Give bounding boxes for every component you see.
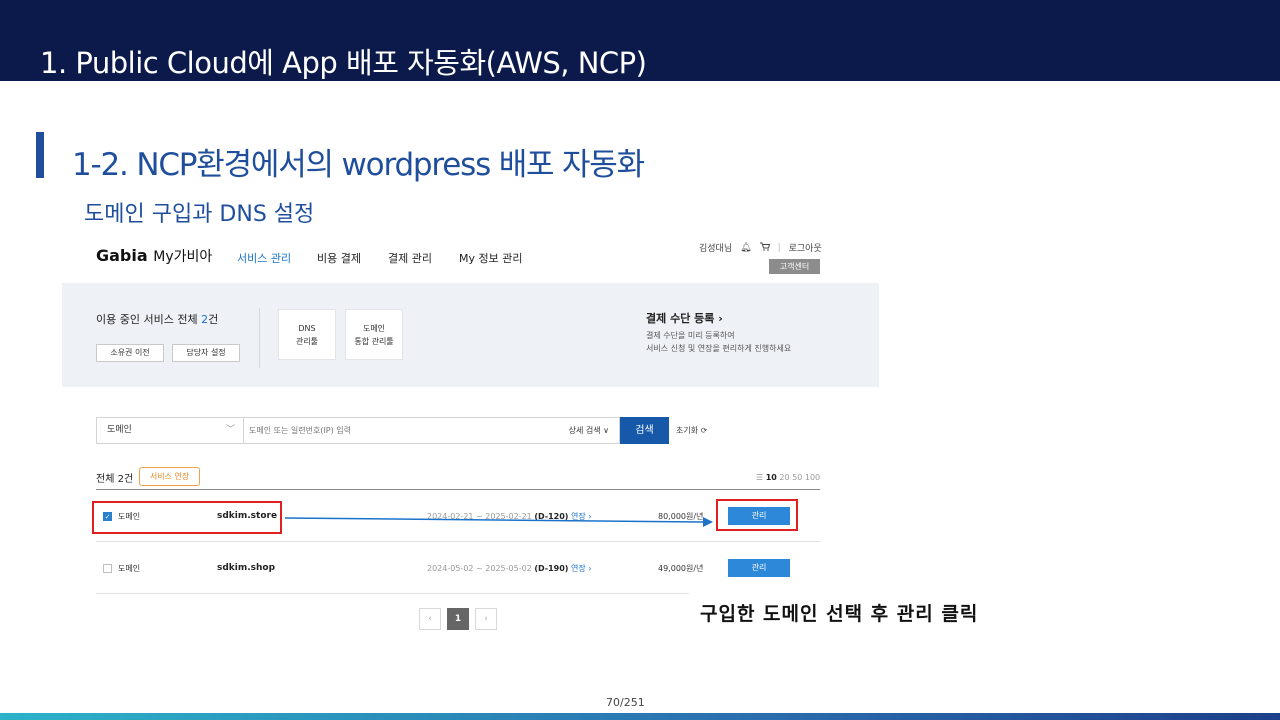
footer-gradient-bar: [0, 713, 1280, 720]
user-menu: 김성대님 🔔︎ | 로그아웃: [699, 241, 822, 254]
section-accent-bar: [36, 132, 44, 178]
ownership-transfer-button[interactable]: 소유권 이전: [96, 344, 164, 362]
gabia-logo-text: Gabia: [96, 246, 148, 265]
page-size-100[interactable]: 100: [805, 473, 820, 482]
row-divider: [96, 593, 689, 594]
payment-description: 결제 수단을 미리 등록하여서비스 신청 및 연장을 편리하게 진행하세요: [646, 329, 791, 355]
row-divider: [96, 541, 820, 542]
summary-divider: [259, 308, 260, 368]
advanced-search-toggle[interactable]: 상세 검색 ∨: [569, 418, 609, 443]
slide-title: 1. Public Cloud에 App 배포 자동화(AWS, NCP): [40, 46, 647, 80]
domain-tool-card[interactable]: 도메인통합 관리툴: [345, 309, 403, 360]
row-type: 도메인: [118, 564, 141, 573]
domain-tool-label-2: 통합 관리툴: [354, 336, 394, 346]
pager-next-button[interactable]: ›: [475, 608, 497, 630]
gabia-logo-sub: My가비아: [153, 249, 213, 265]
row-price: 49,000원/년: [658, 564, 704, 573]
search-bar: 도메인 ﹀ 상세 검색 ∨: [96, 417, 620, 444]
list-top-border: [96, 489, 820, 490]
page-number: 70/251: [606, 696, 645, 709]
page-size-20[interactable]: 20: [779, 473, 789, 482]
dns-tool-label-1: DNS: [298, 323, 316, 333]
section-title: 1-2. NCP환경에서의 wordpress 배포 자동화: [72, 147, 645, 183]
reset-label: 초기화: [676, 426, 699, 435]
manager-setting-button[interactable]: 담당자 설정: [172, 344, 240, 362]
nav-payment-manage[interactable]: 결제 관리: [388, 250, 432, 266]
list-icon: ☰: [756, 473, 764, 482]
cart-icon[interactable]: [759, 242, 770, 254]
dns-tool-label-2: 관리툴: [295, 336, 319, 346]
service-count-title: 이용 중인 서비스 전체 2건: [96, 311, 218, 327]
payment-description-line1: 결제 수단을 미리 등록하여: [646, 331, 735, 340]
advanced-search-label: 상세 검색: [568, 426, 601, 435]
pager-prev-button[interactable]: ‹: [419, 608, 441, 630]
reset-button[interactable]: 초기화 ⟳: [676, 425, 707, 436]
search-type-select[interactable]: 도메인 ﹀: [97, 418, 244, 443]
chevron-down-icon: ∨: [603, 426, 609, 435]
page-size-50[interactable]: 50: [792, 473, 802, 482]
manage-button[interactable]: 관리: [728, 559, 790, 577]
nav-billing[interactable]: 비용 결제: [317, 250, 361, 266]
row-domain[interactable]: sdkim.shop: [217, 563, 275, 573]
dns-tool-card[interactable]: DNS 관리툴: [278, 309, 336, 360]
refresh-icon: ⟳: [700, 426, 708, 435]
service-count-suffix: 건: [208, 313, 219, 326]
highlight-domain-row: [92, 501, 282, 534]
gabia-logo[interactable]: Gabia My가비아: [96, 246, 212, 266]
row-period-dates: 2024-05-02 ~ 2025-05-02: [427, 564, 532, 573]
row-dday: (D-190): [534, 564, 569, 573]
row-renew-link[interactable]: 연장 ›: [571, 564, 591, 573]
payment-description-line2: 서비스 신청 및 연장을 편리하게 진행하세요: [646, 344, 792, 353]
search-button[interactable]: 검색: [620, 417, 669, 444]
bell-icon[interactable]: 🔔︎: [740, 243, 751, 253]
page-size-10[interactable]: 10: [766, 473, 777, 482]
total-count: 전체 2건: [96, 474, 134, 485]
nav-my-info[interactable]: My 정보 관리: [459, 250, 522, 266]
arrow-icon: [285, 517, 713, 527]
page-size-selector: ☰ 10 20 50 100: [756, 473, 820, 482]
customer-center-button[interactable]: 고객센터: [769, 259, 820, 274]
domain-tool-label-1: 도메인: [362, 323, 386, 333]
menu-separator: |: [777, 242, 781, 253]
logout-link[interactable]: 로그아웃: [789, 241, 822, 254]
row-period: 2024-05-02 ~ 2025-05-02 (D-190) 연장 ›: [427, 563, 591, 574]
chevron-down-icon: ﹀: [225, 425, 235, 435]
service-count-prefix: 이용 중인 서비스 전체: [96, 313, 198, 326]
highlight-manage-button: [716, 499, 798, 531]
search-type-value: 도메인: [107, 425, 132, 435]
payment-register-link[interactable]: 결제 수단 등록 ›: [646, 310, 723, 326]
row-checkbox[interactable]: [103, 564, 112, 573]
service-renew-button[interactable]: 서비스 연장: [139, 467, 200, 486]
pager-page-1[interactable]: 1: [447, 608, 469, 630]
search-input[interactable]: [249, 418, 549, 443]
instruction-text: 구입한 도메인 선택 후 관리 클릭: [700, 603, 979, 625]
section-subtitle: 도메인 구입과 DNS 설정: [84, 202, 315, 227]
nav-service-manage[interactable]: 서비스 관리: [237, 250, 291, 266]
user-name[interactable]: 김성대님: [699, 241, 732, 254]
